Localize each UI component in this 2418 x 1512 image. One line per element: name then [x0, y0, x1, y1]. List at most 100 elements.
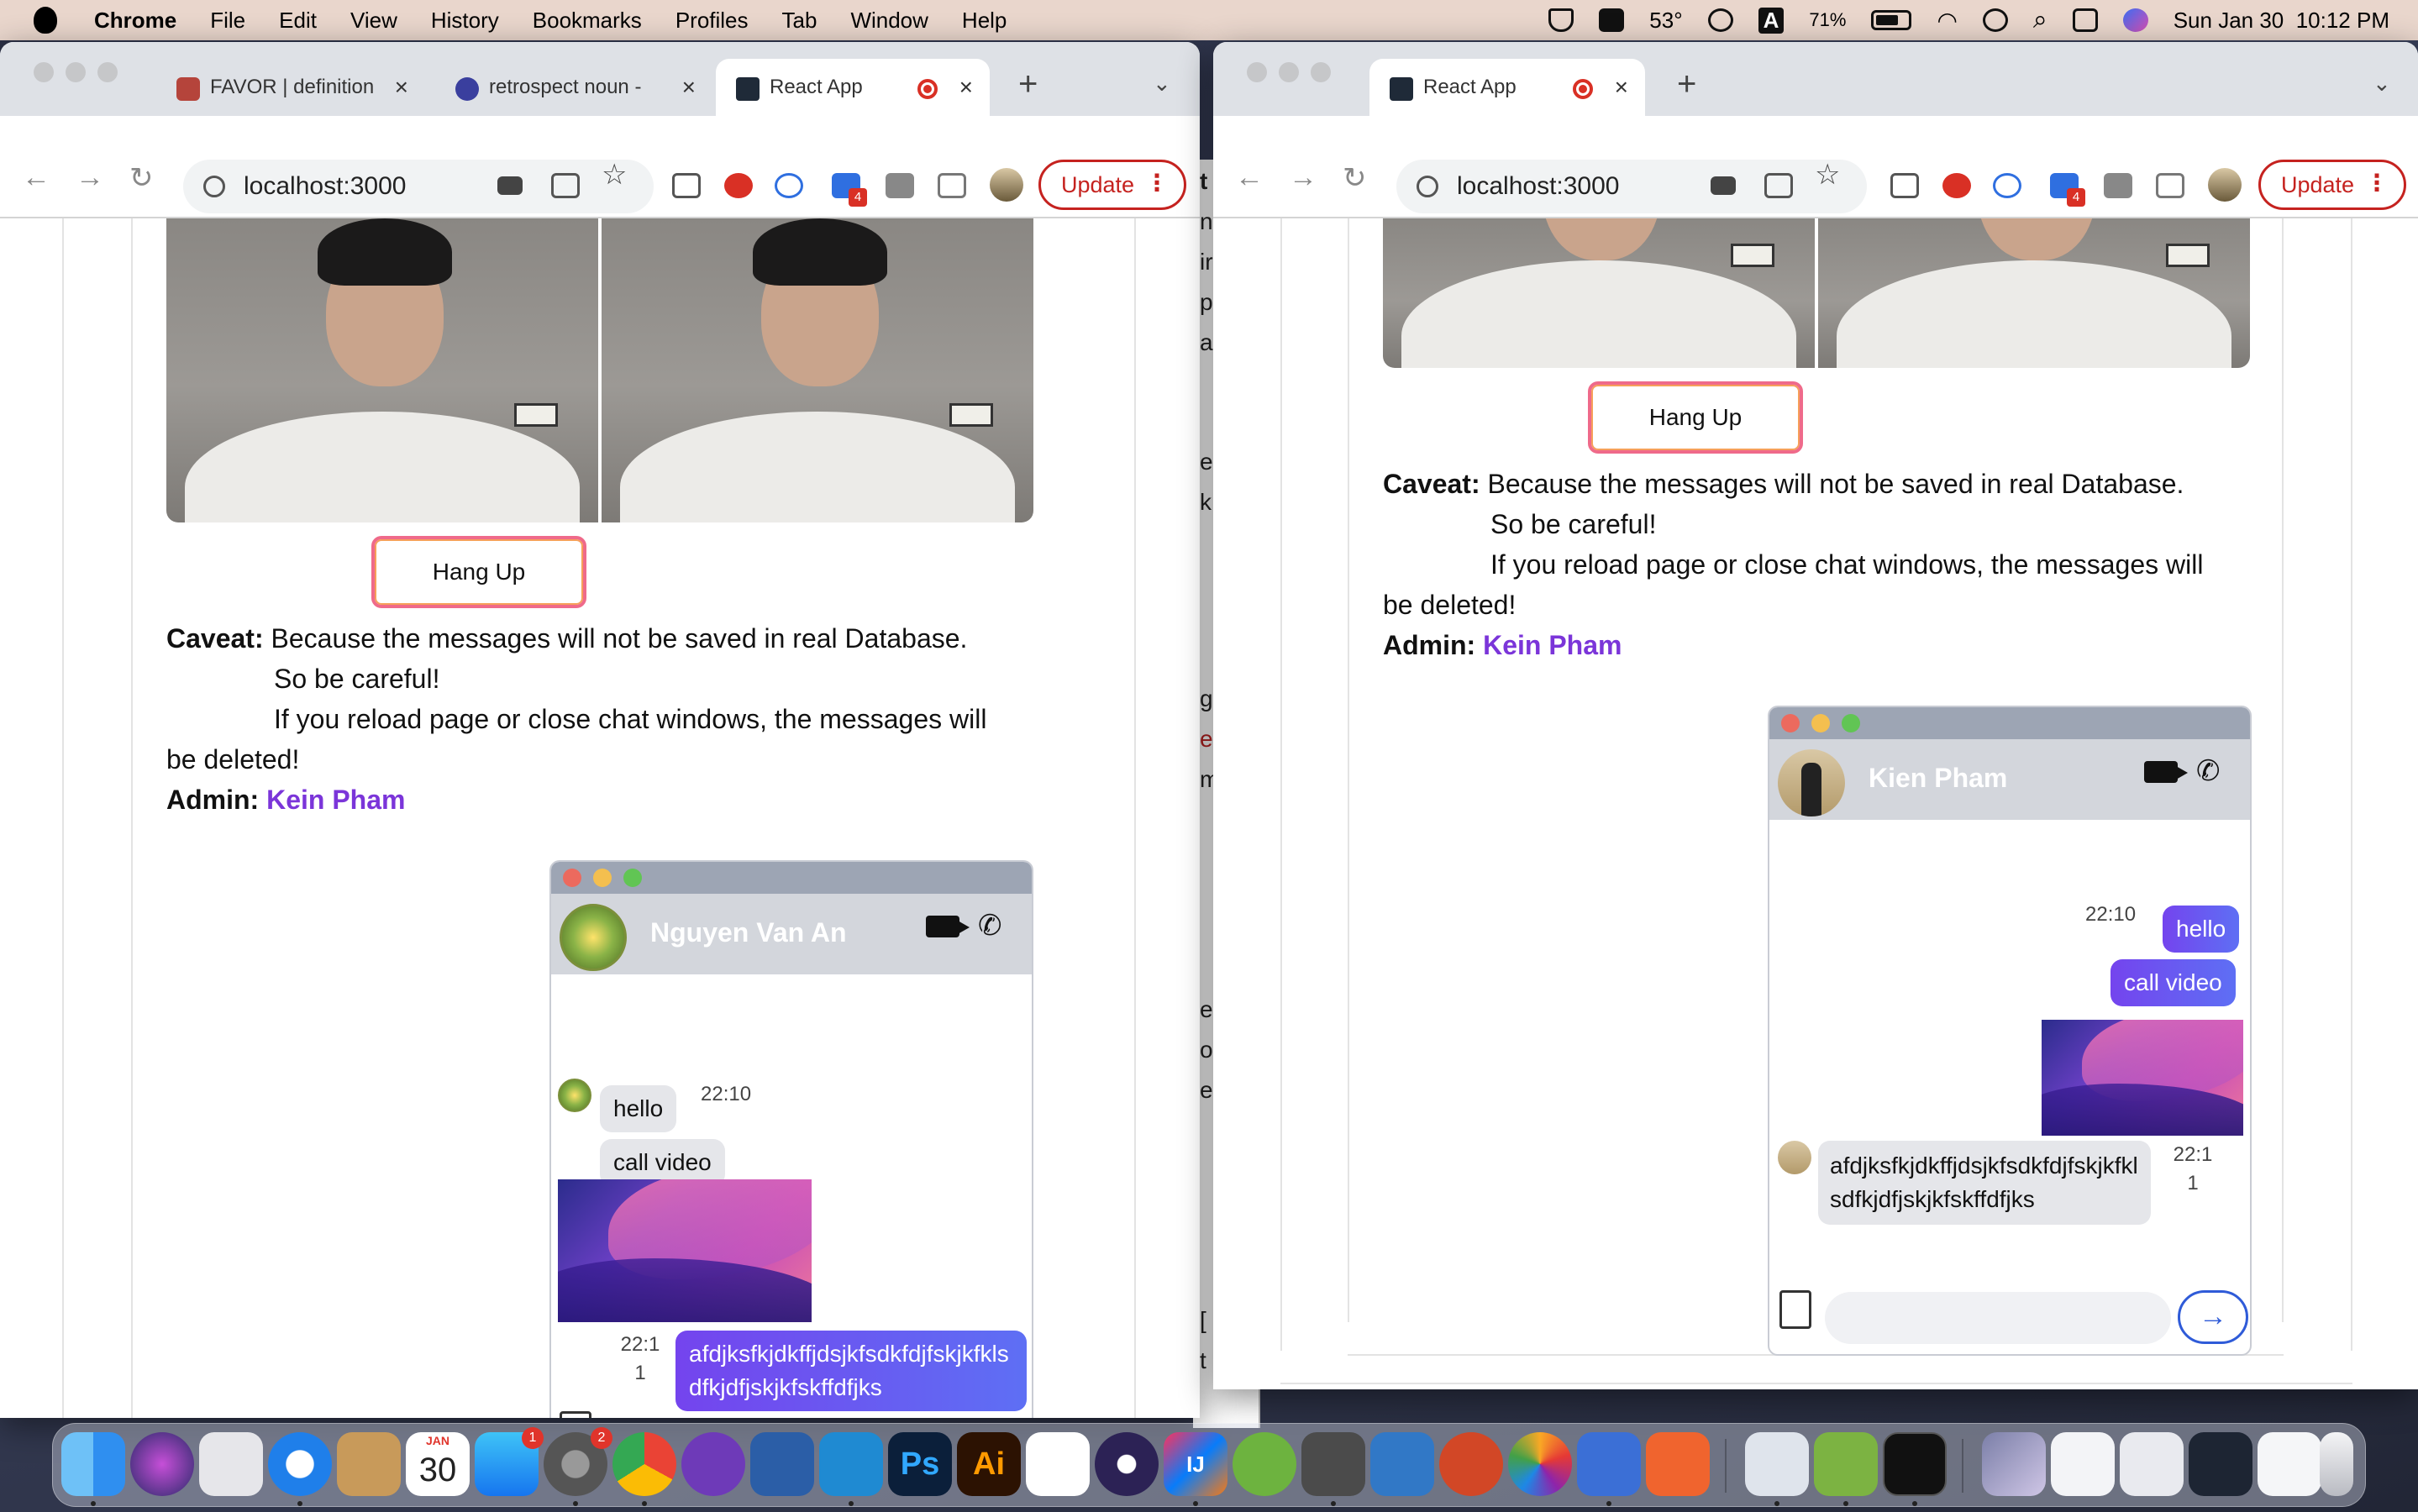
contacts-icon[interactable]: [337, 1432, 401, 1496]
menu-profiles[interactable]: Profiles: [675, 8, 749, 34]
contact-avatar[interactable]: [560, 904, 627, 971]
battery-icon[interactable]: [1871, 10, 1912, 30]
wifi-icon[interactable]: ◠: [1937, 7, 1957, 34]
hang-up-button[interactable]: Hang Up: [371, 536, 586, 608]
close-tab-icon[interactable]: ×: [959, 74, 973, 101]
tab-favor[interactable]: FAVOR | definition ×: [156, 59, 425, 116]
preview-icon[interactable]: [1745, 1432, 1809, 1496]
siri-icon[interactable]: [2122, 8, 2148, 32]
attach-image-icon[interactable]: [1779, 1290, 1811, 1329]
forward-icon[interactable]: →: [76, 161, 104, 194]
mysql-workbench-icon[interactable]: [750, 1432, 814, 1496]
menu-dots-icon[interactable]: ⋮: [1145, 169, 1169, 197]
play-icon[interactable]: [1707, 8, 1733, 32]
control-center-icon[interactable]: [2072, 8, 2098, 32]
admin-name[interactable]: Kein Pham: [1483, 630, 1622, 660]
usb-app-icon[interactable]: [1814, 1432, 1878, 1496]
illustrator-icon[interactable]: Ai: [957, 1432, 1021, 1496]
calendar-icon[interactable]: JAN 30: [406, 1432, 470, 1496]
trash-icon[interactable]: [2320, 1432, 2353, 1496]
address-bar[interactable]: localhost:3000: [183, 160, 654, 213]
sublime-icon[interactable]: [1301, 1432, 1365, 1496]
update-button[interactable]: Update ⋮: [2258, 160, 2406, 210]
reading-list-icon[interactable]: [938, 173, 966, 198]
extension-icon[interactable]: [672, 173, 701, 198]
menu-history[interactable]: History: [431, 8, 499, 34]
adblock-icon[interactable]: [724, 173, 753, 198]
system-preferences-icon[interactable]: 2: [544, 1427, 612, 1496]
admin-name[interactable]: Kein Pham: [266, 785, 405, 815]
recent-code-icon[interactable]: [2189, 1432, 2252, 1496]
chat-zoom-dot[interactable]: [1842, 714, 1860, 732]
message-image[interactable]: [2042, 1020, 2243, 1136]
adblock-icon[interactable]: [1942, 173, 1971, 198]
tab-react-app[interactable]: React App ×: [1369, 59, 1645, 116]
extensions-puzzle-icon[interactable]: [886, 173, 914, 198]
display-icon[interactable]: [1599, 8, 1625, 32]
safari-icon[interactable]: [268, 1432, 332, 1496]
chat-minimize-dot[interactable]: [1811, 714, 1830, 732]
recent-doc-icon[interactable]: [2051, 1432, 2115, 1496]
close-tab-icon[interactable]: ×: [1615, 74, 1628, 101]
close-window-button[interactable]: [34, 62, 54, 82]
spotlight-icon[interactable]: ⌕: [2033, 6, 2047, 34]
powerpoint-icon[interactable]: [1439, 1432, 1503, 1496]
finder-icon[interactable]: [61, 1432, 125, 1496]
tab-react-app[interactable]: React App ×: [716, 59, 990, 116]
menu-bookmarks[interactable]: Bookmarks: [533, 8, 642, 34]
profile-avatar[interactable]: [990, 168, 1023, 202]
bookmark-star-icon[interactable]: ☆: [602, 158, 627, 192]
camera-icon[interactable]: [497, 176, 523, 195]
menu-window[interactable]: Window: [850, 8, 928, 34]
bookmark-star-icon[interactable]: ☆: [1815, 158, 1840, 192]
recent-doc-icon[interactable]: [2120, 1432, 2184, 1496]
minimize-window-button[interactable]: [66, 62, 86, 82]
tab-retrospect[interactable]: retrospect noun - ×: [435, 59, 712, 116]
chat-zoom-dot[interactable]: [623, 869, 642, 887]
shield-icon[interactable]: [1548, 8, 1574, 32]
app-store-icon[interactable]: 1: [475, 1427, 544, 1496]
zoom-window-button[interactable]: [1311, 62, 1331, 82]
input-source-icon[interactable]: A: [1758, 7, 1785, 34]
keynote-icon[interactable]: [1577, 1432, 1641, 1496]
virtual-machine-icon[interactable]: [1370, 1432, 1434, 1496]
video-call-icon[interactable]: [926, 916, 970, 937]
close-tab-icon[interactable]: ×: [395, 74, 408, 101]
message-input[interactable]: [1825, 1292, 2171, 1344]
chat-close-dot[interactable]: [1781, 714, 1800, 732]
menu-file[interactable]: File: [210, 8, 245, 34]
chrome-icon[interactable]: [612, 1432, 676, 1496]
siri-icon[interactable]: [130, 1432, 194, 1496]
eclipse-icon[interactable]: [1095, 1432, 1159, 1496]
recent-folder-icon[interactable]: [1982, 1432, 2046, 1496]
user-icon[interactable]: [1982, 8, 2008, 32]
site-info-icon[interactable]: [203, 176, 225, 197]
word-icon[interactable]: [1026, 1432, 1090, 1496]
intellij-icon[interactable]: IJ: [1164, 1432, 1227, 1496]
github-icon[interactable]: [681, 1432, 745, 1496]
clock[interactable]: Sun Jan 30 10:12 PM: [2174, 8, 2389, 34]
hang-up-button[interactable]: Hang Up: [1588, 381, 1803, 454]
menu-view[interactable]: View: [350, 8, 397, 34]
spring-tool-icon[interactable]: [1233, 1432, 1296, 1496]
share-icon[interactable]: [1764, 173, 1793, 198]
wave-extension-icon[interactable]: [775, 173, 803, 198]
menu-app-name[interactable]: Chrome: [94, 8, 176, 34]
chat-minimize-dot[interactable]: [593, 869, 612, 887]
phone-call-icon[interactable]: ✆: [2196, 754, 2221, 788]
zoom-window-button[interactable]: [97, 62, 118, 82]
send-icon[interactable]: →: [2178, 1290, 2248, 1344]
close-tab-icon[interactable]: ×: [682, 74, 696, 101]
photos-icon[interactable]: [1508, 1432, 1572, 1496]
share-icon[interactable]: [551, 173, 580, 198]
back-icon[interactable]: ←: [22, 161, 50, 194]
menu-help[interactable]: Help: [962, 8, 1007, 34]
vscode-icon[interactable]: [819, 1432, 883, 1496]
address-text[interactable]: localhost:3000: [1457, 172, 1619, 201]
menu-tab[interactable]: Tab: [782, 8, 817, 34]
phone-call-icon[interactable]: ✆: [978, 909, 1002, 942]
address-text[interactable]: localhost:3000: [244, 172, 406, 201]
terminal-icon[interactable]: [1883, 1432, 1947, 1496]
back-icon[interactable]: ←: [1235, 161, 1264, 194]
extension-icon[interactable]: [1890, 173, 1919, 198]
